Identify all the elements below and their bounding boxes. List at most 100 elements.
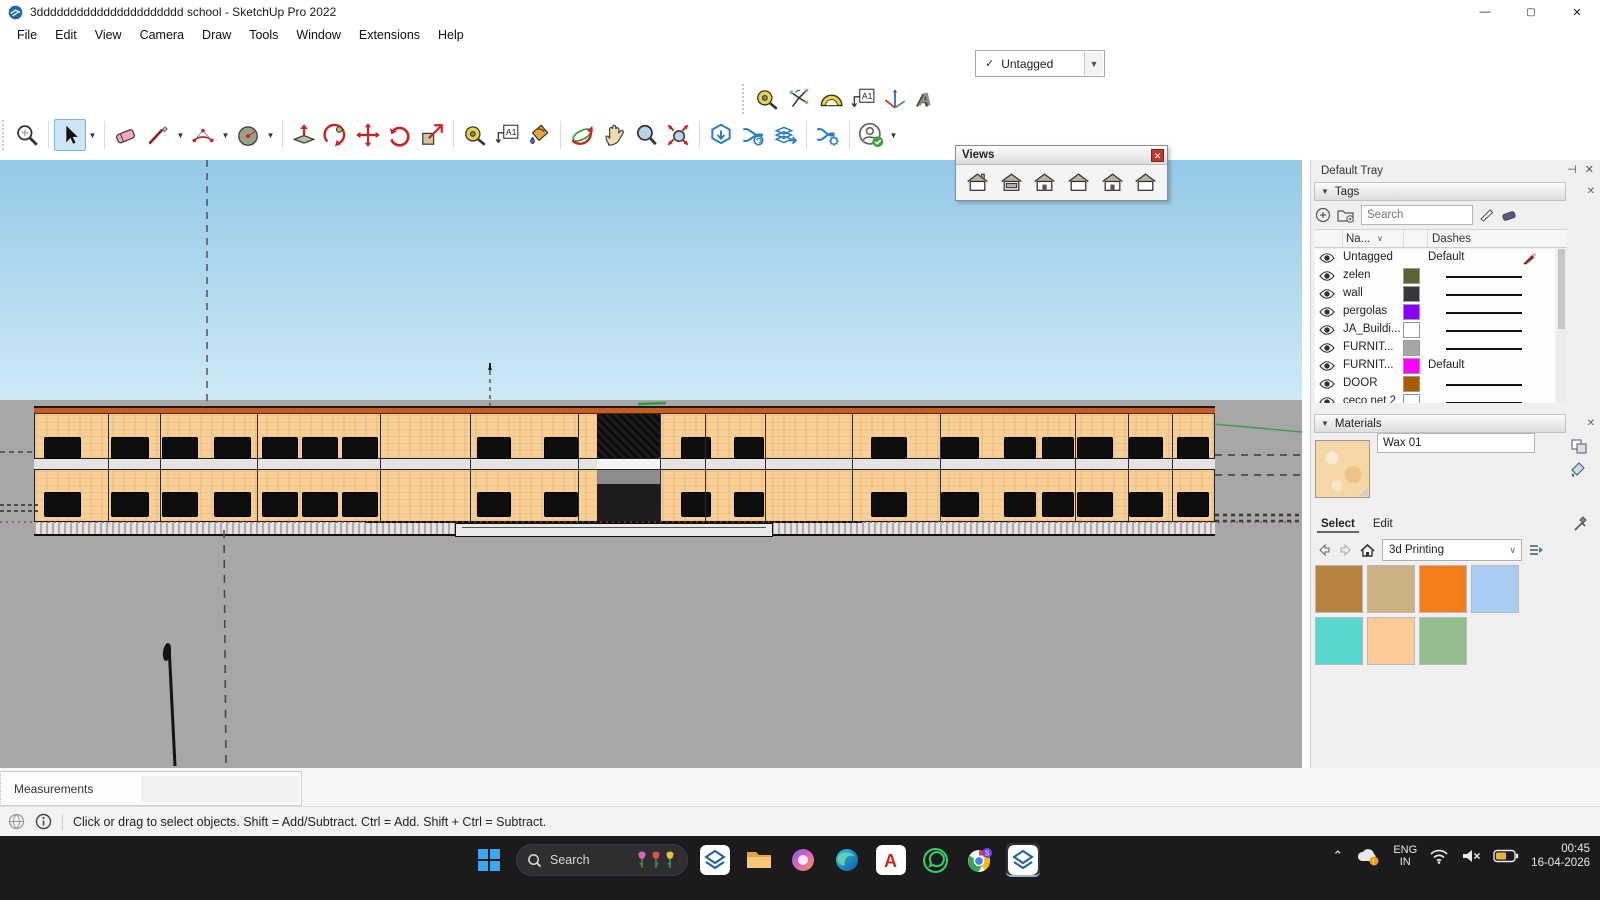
back-view-icon[interactable] (1099, 169, 1126, 195)
school-building-model[interactable] (34, 406, 1215, 536)
material-swatch[interactable] (1419, 617, 1467, 665)
collapse-triangle-icon[interactable]: ▼ (1321, 419, 1329, 428)
tag-row[interactable]: FURNIT...Default (1315, 357, 1555, 375)
3d-warehouse-button[interactable] (705, 119, 737, 151)
geolocation-icon[interactable] (8, 813, 25, 830)
tray-chevron-up-icon[interactable]: ⌃ (1332, 848, 1343, 864)
material-swatch[interactable] (1367, 565, 1415, 613)
tray-pin-icon[interactable]: ⊣ (1567, 163, 1577, 176)
select-tool-dropdown[interactable]: ▼ (86, 119, 99, 151)
model-viewport[interactable] (0, 160, 1302, 768)
create-material-icon[interactable] (1569, 460, 1587, 478)
visible-eye-icon[interactable] (1319, 378, 1335, 390)
line-tool-button[interactable] (142, 119, 174, 151)
right-view-icon[interactable] (1065, 169, 1092, 195)
text-annotation-button[interactable]: A1 (491, 119, 523, 151)
views-panel-title[interactable]: Views (956, 146, 1167, 165)
share-model-button[interactable] (737, 119, 769, 151)
tag-dash-preview[interactable] (1446, 384, 1522, 386)
share-component-button[interactable] (769, 119, 801, 151)
visible-eye-icon[interactable] (1319, 324, 1335, 336)
onedrive-icon[interactable]: ! (1355, 846, 1381, 866)
menu-view[interactable]: View (86, 26, 131, 44)
battery-icon[interactable] (1493, 849, 1519, 863)
materials-tab-select[interactable]: Select (1317, 517, 1359, 533)
tag-row[interactable]: zelen (1315, 267, 1555, 285)
tag-dash-style[interactable]: Default (1428, 359, 1464, 371)
protractor-tool-button[interactable] (815, 83, 847, 115)
zoom-tool-button[interactable] (630, 119, 662, 151)
tag-name[interactable]: wall (1343, 287, 1363, 299)
menu-file[interactable]: File (8, 26, 46, 44)
tag-color-swatch[interactable] (1403, 394, 1420, 403)
tag-row[interactable]: JA_Buildi... (1315, 321, 1555, 339)
text-tool-button[interactable]: A1 (847, 83, 879, 115)
info-icon[interactable] (35, 813, 52, 830)
pan-tool-button[interactable] (598, 119, 630, 151)
tags-close-icon[interactable]: ✕ (1587, 186, 1595, 197)
3d-text-tool-button[interactable]: AA (911, 83, 943, 115)
visible-eye-icon[interactable] (1319, 396, 1335, 403)
details-arrow-icon[interactable] (1528, 543, 1544, 557)
tags-search-input[interactable] (1361, 205, 1473, 225)
edge-icon[interactable] (830, 843, 864, 877)
top-view-icon[interactable] (998, 169, 1025, 195)
home-icon[interactable] (1359, 543, 1376, 558)
column-name[interactable]: Na... (1346, 233, 1370, 245)
tag-color-swatch[interactable] (1403, 304, 1420, 320)
iso-view-icon[interactable] (964, 169, 991, 195)
tags-scrollbar-thumb[interactable] (1558, 249, 1565, 329)
axes-tool-button[interactable] (879, 83, 911, 115)
toolbar-drag-handle[interactable] (2, 120, 7, 150)
tag-filter-dropdown[interactable]: ✓ Untagged ▼ (975, 50, 1105, 77)
tag-color-swatch[interactable] (1403, 322, 1420, 338)
tags-scrollbar[interactable] (1557, 249, 1566, 403)
language-indicator[interactable]: ENG IN (1393, 844, 1417, 868)
tag-color-swatch[interactable] (1403, 358, 1420, 374)
taskbar-search[interactable]: Search (516, 844, 688, 876)
arc-tool-button[interactable] (187, 119, 219, 151)
line-tool-dropdown[interactable]: ▼ (174, 119, 187, 151)
tag-row[interactable]: FURNIT... (1315, 339, 1555, 357)
wifi-icon[interactable] (1429, 848, 1449, 864)
menu-help[interactable]: Help (429, 26, 473, 44)
volume-muted-icon[interactable] (1461, 848, 1481, 864)
close-button[interactable]: ✕ (1554, 0, 1600, 24)
tag-name[interactable]: DOOR (1343, 377, 1378, 389)
left-view-icon[interactable] (1132, 169, 1159, 195)
tag-name[interactable]: FURNIT... (1343, 341, 1393, 353)
tag-name[interactable]: JA_Buildi... (1343, 323, 1401, 335)
add-tag-icon[interactable] (1315, 207, 1331, 223)
autocad-icon[interactable]: A (874, 843, 908, 877)
tag-dash-preview[interactable] (1446, 348, 1522, 350)
menu-window[interactable]: Window (287, 26, 349, 44)
push-pull-tool-button[interactable] (288, 119, 320, 151)
rotate-tool-button[interactable] (384, 119, 416, 151)
tags-section-header[interactable]: ▼ Tags (1314, 182, 1566, 201)
visible-eye-icon[interactable] (1319, 360, 1335, 372)
eraser-tool-button[interactable] (110, 119, 142, 151)
edit-dashes-icon[interactable] (1479, 207, 1495, 223)
forward-arrow-icon[interactable] (1338, 543, 1353, 557)
material-swatch[interactable] (1315, 565, 1363, 613)
materials-tab-edit[interactable]: Edit (1369, 517, 1397, 533)
visible-eye-icon[interactable] (1319, 252, 1335, 264)
material-collection-dropdown[interactable]: 3d Printing ∨ (1382, 539, 1522, 561)
tape-measure-button[interactable] (459, 119, 491, 151)
materials-close-icon[interactable]: ✕ (1587, 418, 1595, 429)
toolbar-drag-handle[interactable] (742, 84, 747, 114)
dimension-tool-button[interactable] (783, 83, 815, 115)
tag-row[interactable]: pergolas (1315, 303, 1555, 321)
material-preview-swatch[interactable] (1315, 440, 1370, 498)
sketchup-pinned-icon[interactable] (698, 843, 732, 877)
start-button[interactable] (472, 843, 506, 877)
tag-color-swatch[interactable] (1403, 340, 1420, 356)
scale-tool-button[interactable] (416, 119, 448, 151)
tag-row[interactable]: DOOR (1315, 375, 1555, 393)
material-swatch[interactable] (1471, 565, 1519, 613)
circle-tool-button[interactable] (232, 119, 264, 151)
clock[interactable]: 00:45 16-04-2026 (1531, 842, 1590, 870)
select-tool-button[interactable] (54, 119, 86, 151)
minimize-button[interactable]: — (1462, 0, 1508, 24)
material-name-input[interactable] (1377, 433, 1535, 453)
